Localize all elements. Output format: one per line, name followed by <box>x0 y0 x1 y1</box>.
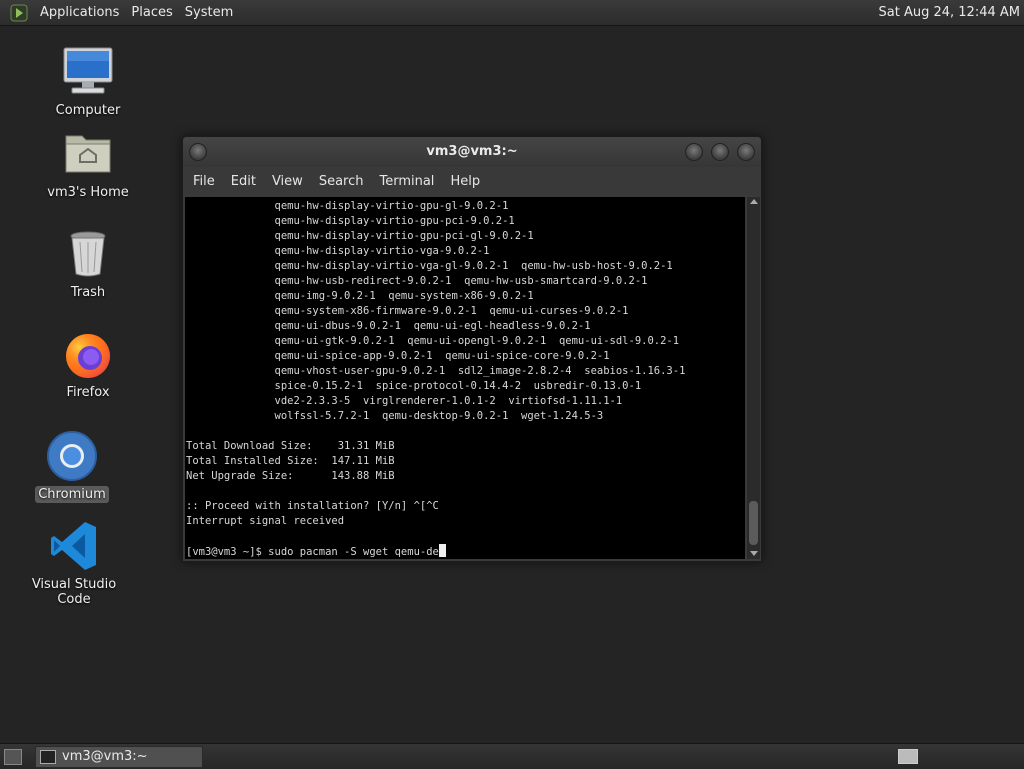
vscode-icon <box>46 518 102 574</box>
terminal-line: qemu-hw-usb-redirect-9.0.2-1 qemu-hw-usb… <box>186 275 648 287</box>
menu-view[interactable]: View <box>264 174 311 189</box>
workspace-icon[interactable] <box>898 749 918 764</box>
terminal-line: vde2-2.3.3-5 virglrenderer-1.0.1-2 virti… <box>186 395 623 407</box>
terminal-line: :: Proceed with installation? [Y/n] ^[^C <box>186 500 439 512</box>
desktop-icon-label: Computer <box>55 103 121 118</box>
desktop-icon-vscode[interactable]: Visual Studio Code <box>14 518 134 608</box>
scroll-down-icon[interactable] <box>750 551 758 556</box>
terminal-line: qemu-vhost-user-gpu-9.0.2-1 sdl2_image-2… <box>186 365 686 377</box>
terminal-prompt: [vm3@vm3 ~]$ sudo pacman -S wget qemu-de <box>186 546 439 558</box>
scroll-up-icon[interactable] <box>750 199 758 204</box>
terminal-line: wolfssl-5.7.2-1 qemu-desktop-9.0.2-1 wge… <box>186 410 604 422</box>
taskbar-item-label: vm3@vm3:~ <box>62 749 148 764</box>
terminal-line: qemu-img-9.0.2-1 qemu-system-x86-9.0.2-1 <box>186 290 534 302</box>
menu-logo-icon[interactable] <box>10 4 28 22</box>
terminal-line: qemu-hw-display-virtio-vga-9.0.2-1 <box>186 245 490 257</box>
firefox-icon <box>60 326 116 382</box>
close-button[interactable] <box>737 143 755 161</box>
terminal-menubar: File Edit View Search Terminal Help <box>183 167 761 195</box>
text-cursor <box>438 544 446 557</box>
show-desktop-icon[interactable] <box>4 749 22 765</box>
terminal-line: qemu-ui-spice-app-9.0.2-1 qemu-ui-spice-… <box>186 350 610 362</box>
desktop-icon-trash[interactable]: Trash <box>28 226 148 301</box>
terminal-line: qemu-hw-display-virtio-vga-gl-9.0.2-1 qe… <box>186 260 673 272</box>
desktop-icon-label: Visual Studio Code <box>31 577 117 607</box>
menu-terminal[interactable]: Terminal <box>371 174 442 189</box>
desktop-icon-label: Firefox <box>66 385 110 400</box>
window-title: vm3@vm3:~ <box>426 144 518 159</box>
places-menu[interactable]: Places <box>125 0 178 25</box>
applications-menu[interactable]: Applications <box>34 0 125 25</box>
menu-search[interactable]: Search <box>311 174 372 189</box>
terminal-line: qemu-ui-gtk-9.0.2-1 qemu-ui-opengl-9.0.2… <box>186 335 680 347</box>
desktop-icon-chromium[interactable]: Chromium <box>12 428 132 503</box>
terminal-scrollbar[interactable] <box>747 197 760 559</box>
terminal-line: qemu-hw-display-virtio-gpu-pci-9.0.2-1 <box>186 215 515 227</box>
terminal-icon <box>40 750 56 764</box>
top-panel: Applications Places System Sat Aug 24, 1… <box>0 0 1024 26</box>
bottom-panel: vm3@vm3:~ <box>0 743 1024 769</box>
menu-edit[interactable]: Edit <box>223 174 264 189</box>
maximize-button[interactable] <box>711 143 729 161</box>
terminal-line: Net Upgrade Size: 143.88 MiB <box>186 470 395 482</box>
terminal-window: vm3@vm3:~ File Edit View Search Terminal… <box>182 136 762 562</box>
terminal-line: qemu-ui-dbus-9.0.2-1 qemu-ui-egl-headles… <box>186 320 591 332</box>
computer-icon <box>60 44 116 100</box>
desktop-icon-computer[interactable]: Computer <box>28 44 148 119</box>
desktop-icon-label: Trash <box>70 285 106 300</box>
terminal-line: spice-0.15.2-1 spice-protocol-0.14.4-2 u… <box>186 380 642 392</box>
trash-icon <box>60 226 116 282</box>
terminal-line: Total Installed Size: 147.11 MiB <box>186 455 395 467</box>
desktop-icon-home[interactable]: vm3's Home <box>28 126 148 201</box>
terminal-titlebar[interactable]: vm3@vm3:~ <box>183 137 761 167</box>
minimize-button[interactable] <box>685 143 703 161</box>
home-folder-icon <box>60 126 116 182</box>
desktop-icon-label: Chromium <box>35 486 109 503</box>
terminal-line: qemu-hw-display-virtio-gpu-pci-gl-9.0.2-… <box>186 230 534 242</box>
desktop-icon-label: vm3's Home <box>47 185 129 200</box>
terminal-line: qemu-hw-display-virtio-gpu-gl-9.0.2-1 <box>186 200 509 212</box>
clock[interactable]: Sat Aug 24, 12:44 AM <box>879 0 1020 25</box>
terminal-lines: qemu-hw-display-virtio-gpu-gl-9.0.2-1 qe… <box>185 197 745 544</box>
terminal-line: Interrupt signal received <box>186 515 345 527</box>
menu-file[interactable]: File <box>185 174 223 189</box>
menu-help[interactable]: Help <box>442 174 488 189</box>
terminal-prompt-line[interactable]: [vm3@vm3 ~]$ sudo pacman -S wget qemu-de <box>185 544 745 559</box>
chromium-icon <box>44 428 100 484</box>
scrollbar-thumb[interactable] <box>749 501 758 545</box>
desktop-icon-firefox[interactable]: Firefox <box>28 326 148 401</box>
terminal-line: qemu-system-x86-firmware-9.0.2-1 qemu-ui… <box>186 305 629 317</box>
window-menu-button[interactable] <box>189 143 207 161</box>
terminal-line: Total Download Size: 31.31 MiB <box>186 440 395 452</box>
system-menu[interactable]: System <box>179 0 239 25</box>
terminal-output[interactable]: qemu-hw-display-virtio-gpu-gl-9.0.2-1 qe… <box>185 197 745 559</box>
taskbar-item-terminal[interactable]: vm3@vm3:~ <box>35 746 203 768</box>
